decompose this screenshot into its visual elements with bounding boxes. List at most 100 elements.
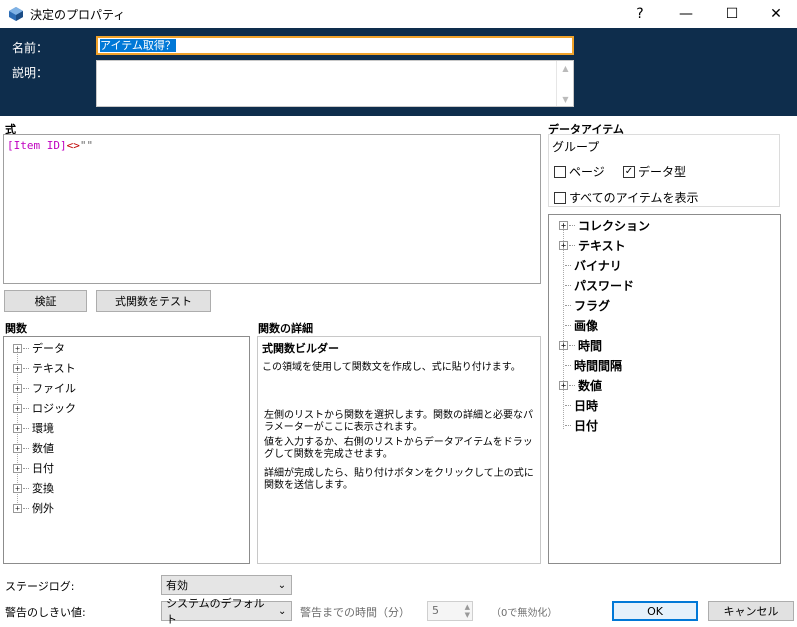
expression-editor[interactable]: [Item ID]<>"" [3,134,541,284]
cancel-button[interactable]: キャンセル [708,601,794,621]
data-item-group[interactable]: + 数値 [559,375,602,395]
app-icon [9,7,23,21]
expand-icon[interactable]: + [13,343,22,353]
stage-log-label: ステージログ: [5,580,75,593]
expand-icon[interactable]: + [13,483,22,493]
data-item-group[interactable]: 日付 [565,415,598,435]
tree-connector [565,264,571,266]
expand-icon[interactable]: + [559,340,568,350]
tree-connector [565,364,571,366]
tree-connector [23,367,29,369]
data-item-group[interactable]: 画像 [565,315,598,335]
tree-connector [569,224,575,226]
expand-icon[interactable]: + [559,220,568,230]
expand-icon[interactable]: + [559,240,568,250]
data-item-group[interactable]: バイナリ [565,255,622,275]
scroll-up-icon[interactable]: ▲ [557,61,574,75]
function-category-item[interactable]: + 例外 [13,498,54,518]
warning-threshold-select[interactable]: システムのデフォルト ⌄ [161,597,292,626]
data-item-group-label: 日時 [574,398,599,413]
warning-time-value: 5 [432,604,439,617]
expand-icon[interactable]: + [13,443,22,453]
function-category-label: データ [32,342,65,355]
tree-connector [23,427,29,429]
warning-time-label: 警告までの時間（分） [300,606,410,619]
name-value: アイテム取得？ [100,39,176,52]
data-item-group[interactable]: 日時 [565,395,598,415]
tree-connector [23,387,29,389]
expression-literal-token: "" [79,139,94,152]
help-button[interactable]: ? [617,0,663,28]
datatype-checkbox-row[interactable]: ✓ データ型 [623,163,686,180]
data-item-group-label: 時間 [578,338,603,353]
minimize-button[interactable]: — [663,0,709,28]
spin-down-icon[interactable]: ▼ [465,611,470,619]
tree-connector [569,244,575,246]
show-all-checkbox[interactable] [554,191,566,204]
function-category-item[interactable]: + データ [13,338,65,358]
test-function-button[interactable]: 式関数をテスト [96,290,211,312]
data-item-group[interactable]: + テキスト [559,235,626,255]
function-category-item[interactable]: + テキスト [13,358,76,378]
expand-icon[interactable]: + [13,463,22,473]
group-label: グループ [552,140,600,154]
function-category-item[interactable]: + ロジック [13,398,76,418]
data-item-group-label: 日付 [574,418,599,433]
description-input[interactable]: ▲ ▼ [96,60,574,107]
details-heading: 式関数ビルダー [262,342,339,355]
function-category-item[interactable]: + 環境 [13,418,54,438]
data-item-group-label: 画像 [574,318,599,333]
datatype-checkbox-label: データ型 [638,165,687,179]
expand-icon[interactable]: + [559,380,568,390]
data-item-group[interactable]: + コレクション [559,215,650,235]
chevron-down-icon: ⌄ [277,605,287,617]
data-item-group[interactable]: + 時間 [559,335,602,355]
data-item-group-label: バイナリ [574,258,622,273]
validate-button[interactable]: 検証 [4,290,87,312]
expression-text: [Item ID]<>"" [7,139,93,152]
function-category-item[interactable]: + 変換 [13,478,54,498]
description-scrollbar[interactable]: ▲ ▼ [556,61,573,106]
chevron-down-icon: ⌄ [277,579,287,591]
scroll-down-icon[interactable]: ▼ [557,92,574,106]
data-item-group-label: 時間間隔 [574,358,623,373]
spin-up-icon[interactable]: ▲ [465,603,470,611]
tree-connector [23,487,29,489]
tree-guide-line [563,227,564,429]
help-icon: ? [636,6,644,22]
minimize-icon: — [679,6,693,22]
close-button[interactable]: ✕ [753,0,797,28]
function-category-label: 数値 [32,442,54,455]
expand-icon[interactable]: + [13,503,22,513]
details-paragraph-4: 詳細が完成したら、貼り付けボタンをクリックして上の式に関数を送信します。 [264,468,534,491]
warning-time-spinner[interactable]: 5 ▲ ▼ [427,601,473,621]
functions-tree[interactable]: + データ + テキスト + ファイル + ロジック + 環境 + 数値 + 日付 + 変換 + 例外 [3,336,250,564]
tree-connector [565,424,571,426]
function-category-label: 例外 [32,502,54,515]
expand-icon[interactable]: + [13,423,22,433]
ok-button[interactable]: OK [612,601,698,621]
expand-icon[interactable]: + [13,403,22,413]
stage-log-select[interactable]: 有効 ⌄ [161,575,292,595]
disable-hint: （0で無効化） [491,608,558,619]
datatype-checkbox[interactable]: ✓ [623,165,635,178]
page-checkbox-label: ページ [569,165,605,179]
function-category-item[interactable]: + ファイル [13,378,76,398]
function-category-label: 日付 [32,462,54,475]
group-box: グループ ページ ✓ データ型 すべてのアイテムを表示 [548,134,780,207]
data-item-group[interactable]: フラグ [565,295,610,315]
data-items-tree[interactable]: + コレクション + テキストバイナリパスワード フラグ画像 + 時間時間間隔 + 数値日時日付 [548,214,781,564]
expand-icon[interactable]: + [13,363,22,373]
function-category-label: 環境 [32,422,54,435]
expand-icon[interactable]: + [13,383,22,393]
data-item-group[interactable]: パスワード [565,275,634,295]
data-item-group[interactable]: 時間間隔 [565,355,622,375]
maximize-button[interactable]: ☐ [709,0,755,28]
page-checkbox[interactable] [554,165,566,178]
function-category-item[interactable]: + 日付 [13,458,54,478]
function-category-item[interactable]: + 数値 [13,438,54,458]
name-input[interactable]: アイテム取得？ [96,36,574,55]
expression-operator-token: <> [66,139,80,152]
show-all-checkbox-row[interactable]: すべてのアイテムを表示 [554,189,698,206]
page-checkbox-row[interactable]: ページ [554,163,605,180]
